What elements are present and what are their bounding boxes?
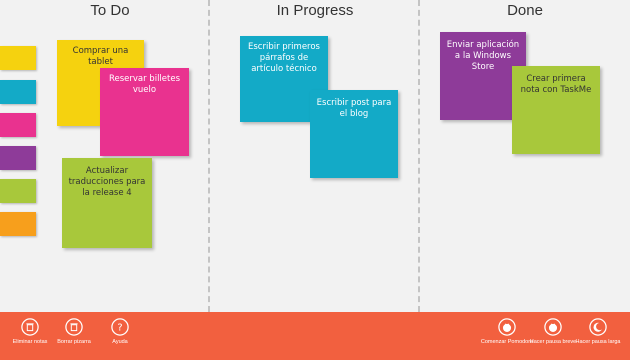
trash-icon [65, 318, 83, 336]
ayuda-label: Ayuda [112, 339, 128, 345]
hacer-pausa-larga-label: Hacer pausa larga [575, 339, 621, 345]
column-title-todo: To Do [90, 2, 130, 19]
app-bar: Eliminar notas Borrar pizarra ? Ayuda Co… [0, 312, 630, 360]
sticky-note-taskme[interactable]: Crear primera nota con TaskMe [512, 66, 600, 154]
ayuda-button[interactable]: ? Ayuda [90, 318, 150, 346]
sticky-note-traducciones[interactable]: Actualizar traducciones para la release … [62, 158, 152, 248]
column-title-in-progress: In Progress [276, 2, 354, 19]
help-icon: ? [111, 318, 129, 336]
column-divider [208, 0, 210, 312]
moon-icon [589, 318, 607, 336]
tomato-icon [544, 318, 562, 336]
hacer-pausa-larga-button[interactable]: Hacer pausa larga [568, 318, 628, 346]
svg-text:?: ? [117, 323, 122, 334]
column-divider [418, 0, 420, 312]
color-swatch-purple[interactable] [0, 146, 36, 170]
color-swatch-blue[interactable] [0, 80, 36, 104]
sticky-note-billetes[interactable]: Reservar billetes vuelo [100, 68, 189, 156]
color-swatch-yellow[interactable] [0, 46, 36, 70]
kanban-board: To Do In Progress Done Comprar una table… [0, 0, 630, 312]
color-swatch-pink[interactable] [0, 113, 36, 137]
column-title-done: Done [507, 2, 543, 19]
color-swatch-green[interactable] [0, 179, 36, 203]
trash-icon [21, 318, 39, 336]
sticky-note-post[interactable]: Escribir post para el blog [310, 90, 398, 178]
color-swatch-orange[interactable] [0, 212, 36, 236]
tomato-icon [498, 318, 516, 336]
